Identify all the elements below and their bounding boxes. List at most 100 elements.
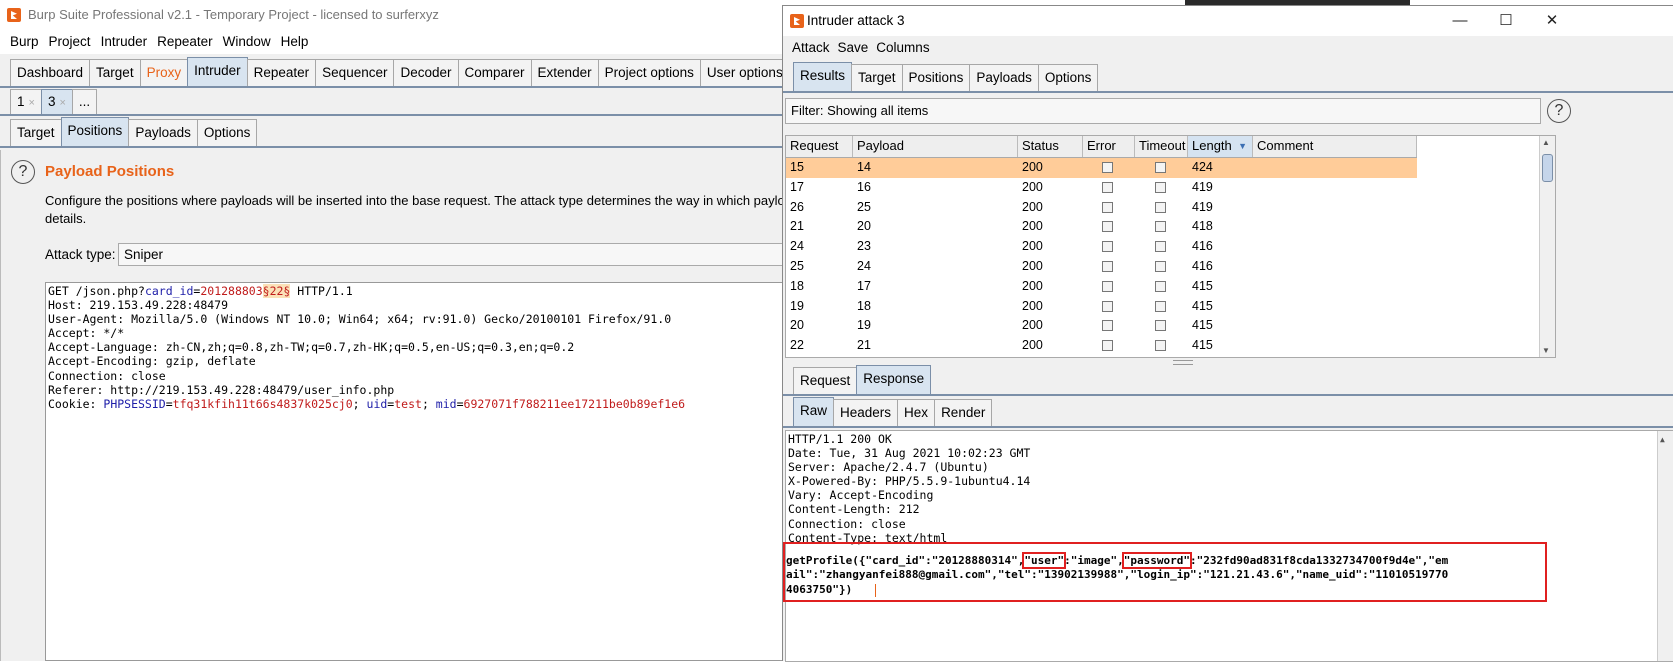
tab-payloads[interactable]: Payloads: [969, 64, 1039, 91]
column-payload[interactable]: Payload: [853, 136, 1018, 157]
scroll-up-icon[interactable]: ▲: [1660, 433, 1665, 447]
timeout-checkbox[interactable]: [1155, 300, 1166, 312]
minimize-icon[interactable]: —: [1437, 6, 1483, 36]
tab-positions[interactable]: Positions: [901, 64, 971, 91]
table-row[interactable]: 25 24 200 416: [786, 257, 1417, 277]
error-checkbox[interactable]: [1102, 320, 1113, 332]
column-length[interactable]: Length ▼: [1188, 136, 1253, 157]
tab-headers[interactable]: Headers: [833, 399, 899, 426]
close-icon[interactable]: ✕: [1529, 6, 1575, 36]
timeout-checkbox[interactable]: [1155, 221, 1166, 233]
tab-dashboard[interactable]: Dashboard: [10, 59, 91, 86]
table-row[interactable]: 15 14 200 424: [786, 158, 1417, 178]
table-row[interactable]: 19 18 200 415: [786, 297, 1417, 317]
tab-render[interactable]: Render: [934, 399, 993, 426]
menu-intruder[interactable]: Intruder: [96, 30, 153, 54]
body-text: :"image",: [1064, 554, 1124, 567]
instance-tab-3[interactable]: 3 ×: [40, 89, 73, 114]
scrollbar-thumb[interactable]: [1542, 154, 1553, 182]
cell-length: 416: [1192, 259, 1213, 273]
error-checkbox[interactable]: [1102, 280, 1113, 292]
scroll-down-icon[interactable]: ▼: [1542, 346, 1550, 355]
subtab-positions[interactable]: Positions: [60, 117, 130, 146]
timeout-checkbox[interactable]: [1155, 320, 1166, 332]
timeout-checkbox[interactable]: [1155, 261, 1166, 272]
column-status[interactable]: Status: [1018, 136, 1083, 157]
table-row[interactable]: 21 20 200 418: [786, 217, 1417, 237]
table-row[interactable]: 20 19 200 415: [786, 316, 1417, 336]
error-checkbox[interactable]: [1102, 181, 1113, 193]
column-length-label: Length: [1192, 138, 1232, 153]
subtab-target[interactable]: Target: [10, 119, 62, 146]
tab-options[interactable]: Options: [1037, 64, 1099, 91]
timeout-checkbox[interactable]: [1155, 181, 1166, 193]
error-checkbox[interactable]: [1102, 241, 1113, 253]
results-scrollbar[interactable]: ▲ ▼: [1539, 136, 1555, 357]
table-row[interactable]: 26 25 200 419: [786, 198, 1417, 218]
tab-repeater[interactable]: Repeater: [246, 59, 317, 86]
tab-target[interactable]: Target: [851, 64, 903, 91]
close-icon[interactable]: ×: [29, 97, 35, 109]
response-scrollbar[interactable]: ▲: [1657, 431, 1673, 661]
tab-proxy[interactable]: Proxy: [139, 59, 189, 86]
menu-save[interactable]: Save: [834, 36, 873, 60]
tab-results[interactable]: Results: [793, 62, 853, 91]
scroll-up-icon[interactable]: ▲: [1542, 138, 1550, 147]
timeout-checkbox[interactable]: [1155, 162, 1166, 173]
tab-user-options[interactable]: User options: [699, 59, 790, 86]
tab-response[interactable]: Response: [856, 365, 932, 394]
request-response-tabs: Request Response: [783, 365, 1673, 396]
column-error[interactable]: Error: [1083, 136, 1135, 157]
subtab-options[interactable]: Options: [196, 119, 258, 146]
table-row[interactable]: 24 23 200 416: [786, 237, 1417, 257]
subtab-payloads[interactable]: Payloads: [128, 119, 198, 146]
close-icon[interactable]: ×: [59, 97, 65, 109]
menu-columns[interactable]: Columns: [872, 36, 933, 60]
error-checkbox[interactable]: [1102, 221, 1113, 233]
table-row[interactable]: 22 21 200 415: [786, 336, 1417, 356]
help-icon[interactable]: ?: [1547, 99, 1571, 123]
table-row[interactable]: 18 17 200 415: [786, 277, 1417, 297]
tab-request[interactable]: Request: [793, 367, 858, 394]
tab-comparer[interactable]: Comparer: [457, 59, 532, 86]
instance-tab-1[interactable]: 1 ×: [10, 89, 42, 114]
error-checkbox[interactable]: [1102, 261, 1113, 272]
error-checkbox[interactable]: [1102, 201, 1113, 213]
attack-type-select[interactable]: Sniper: [118, 243, 840, 266]
menu-burp[interactable]: Burp: [5, 30, 44, 54]
tab-project-options[interactable]: Project options: [597, 59, 701, 86]
menu-help[interactable]: Help: [276, 30, 314, 54]
menu-window[interactable]: Window: [218, 30, 276, 54]
timeout-checkbox[interactable]: [1155, 201, 1166, 213]
timeout-checkbox[interactable]: [1155, 340, 1166, 352]
timeout-checkbox[interactable]: [1155, 241, 1166, 253]
column-request[interactable]: Request: [786, 136, 853, 157]
error-checkbox[interactable]: [1102, 300, 1113, 312]
tab-extender[interactable]: Extender: [530, 59, 599, 86]
error-checkbox[interactable]: [1102, 340, 1113, 352]
menu-attack[interactable]: Attack: [788, 36, 834, 60]
maximize-icon[interactable]: ☐: [1483, 6, 1529, 36]
tab-target[interactable]: Target: [89, 59, 141, 86]
results-filter-bar[interactable]: Filter: Showing all items: [785, 98, 1541, 124]
table-row[interactable]: 17 16 200 419: [786, 178, 1417, 198]
payload-marker[interactable]: §22§: [262, 284, 291, 298]
tab-intruder[interactable]: Intruder: [187, 57, 248, 86]
menu-repeater[interactable]: Repeater: [152, 30, 218, 54]
error-checkbox[interactable]: [1102, 162, 1113, 173]
instance-tab-label: 3: [47, 94, 56, 109]
splitter-grip-icon[interactable]: [1173, 360, 1193, 365]
tab-sequencer[interactable]: Sequencer: [315, 59, 395, 86]
menu-project[interactable]: Project: [44, 30, 96, 54]
instance-tab-new[interactable]: ...: [71, 89, 98, 114]
help-icon[interactable]: ?: [11, 160, 35, 184]
column-timeout[interactable]: Timeout: [1135, 136, 1188, 157]
column-comment[interactable]: Comment: [1253, 136, 1417, 157]
cell-length: 416: [1192, 239, 1213, 254]
tab-decoder[interactable]: Decoder: [393, 59, 459, 86]
timeout-checkbox[interactable]: [1155, 280, 1166, 292]
tab-hex[interactable]: Hex: [897, 399, 936, 426]
request-template-editor[interactable]: GET /json.php?card_id=201288803§22§ HTTP…: [45, 282, 840, 661]
tab-raw[interactable]: Raw: [793, 397, 835, 426]
cell-request: 17: [790, 179, 804, 194]
